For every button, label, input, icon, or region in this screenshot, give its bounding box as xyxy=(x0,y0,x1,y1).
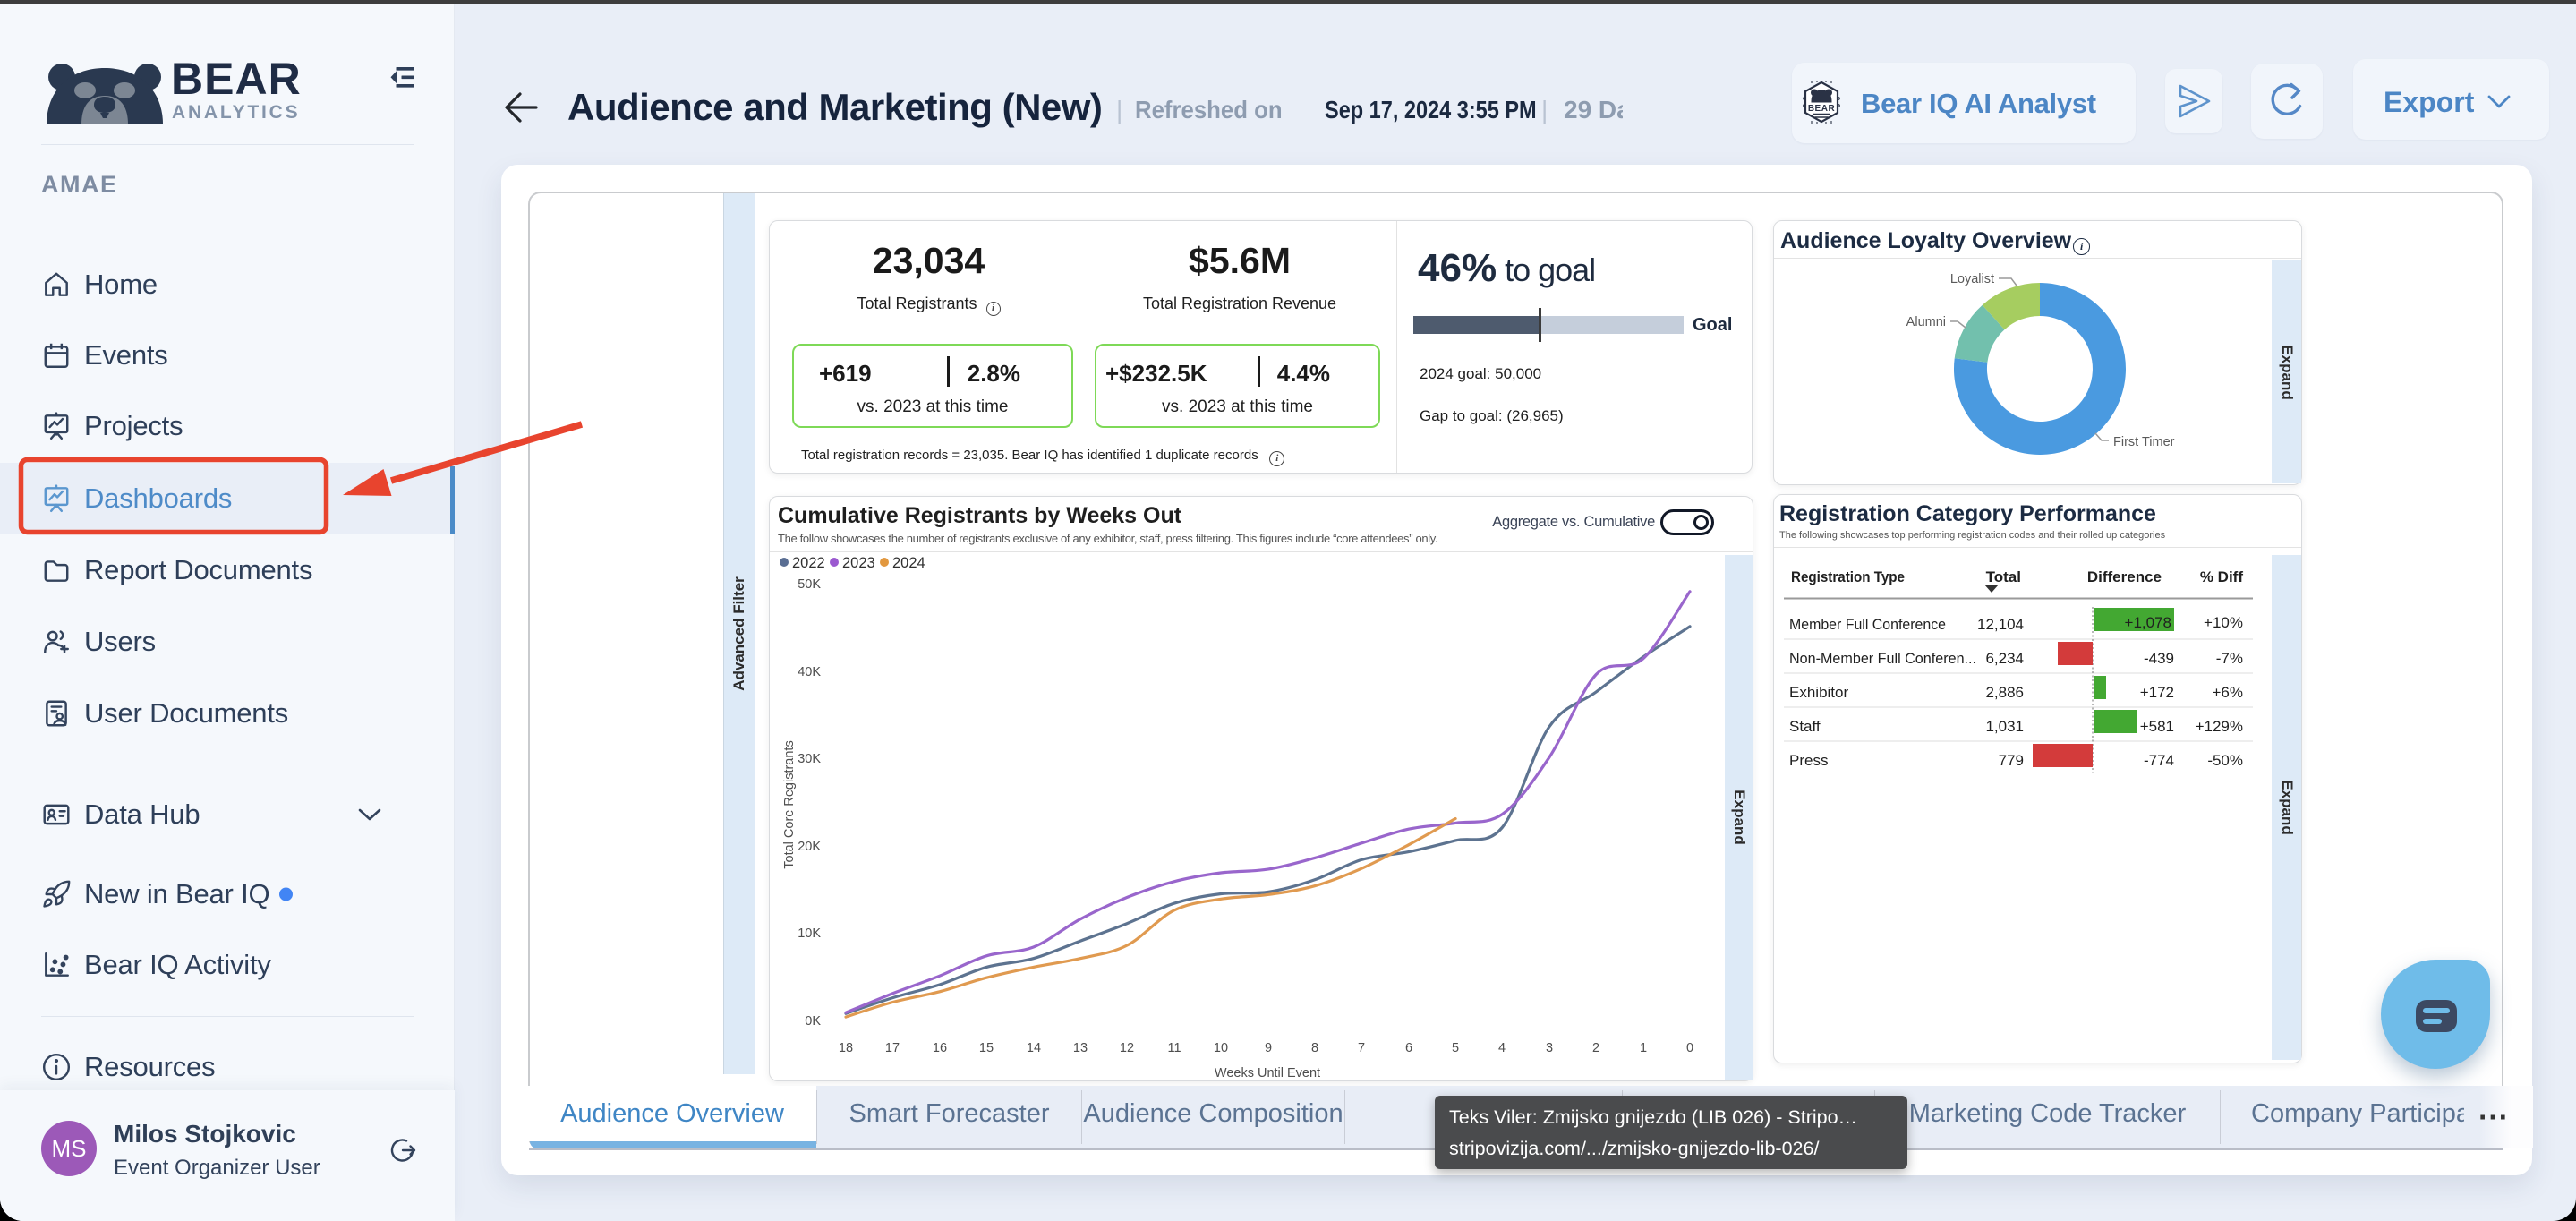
svg-text:Alumni: Alumni xyxy=(1906,315,1946,329)
svg-text:0K: 0K xyxy=(805,1014,821,1029)
svg-text:40K: 40K xyxy=(798,665,821,679)
svg-text:Press: Press xyxy=(1789,752,1828,769)
svg-text:Registration Type: Registration Type xyxy=(1791,568,1905,585)
svg-text:8: 8 xyxy=(1311,1041,1318,1055)
svg-text:Loyalist: Loyalist xyxy=(1950,272,1994,286)
svg-text:Total: Total xyxy=(1986,568,2021,585)
svg-text:-50%: -50% xyxy=(2207,752,2243,769)
svg-text:16: 16 xyxy=(933,1041,947,1055)
svg-text:First Timer: First Timer xyxy=(2113,435,2175,449)
svg-text:BEAR: BEAR xyxy=(1808,104,1836,114)
svg-text:30K: 30K xyxy=(798,752,821,766)
svg-text:3: 3 xyxy=(1546,1041,1553,1055)
svg-text:15: 15 xyxy=(979,1041,994,1055)
svg-text:6: 6 xyxy=(1405,1041,1412,1055)
svg-text:6,234: 6,234 xyxy=(1985,650,2024,667)
svg-text:10: 10 xyxy=(1214,1041,1228,1055)
svg-text:5: 5 xyxy=(1452,1041,1459,1055)
svg-text:2022: 2022 xyxy=(792,555,825,571)
svg-text:-7%: -7% xyxy=(2216,650,2243,667)
svg-text:18: 18 xyxy=(839,1041,853,1055)
svg-text:% Diff: % Diff xyxy=(2200,568,2244,585)
svg-text:+6%: +6% xyxy=(2213,684,2244,701)
svg-text:2,886: 2,886 xyxy=(1985,684,2024,701)
svg-text:11: 11 xyxy=(1167,1041,1181,1055)
svg-text:1: 1 xyxy=(1640,1041,1647,1055)
svg-text:4: 4 xyxy=(1498,1041,1506,1055)
svg-text:2: 2 xyxy=(1592,1041,1599,1055)
svg-text:14: 14 xyxy=(1027,1041,1041,1055)
svg-text:13: 13 xyxy=(1073,1041,1088,1055)
svg-text:1,031: 1,031 xyxy=(1985,718,2024,735)
svg-text:+1,078: +1,078 xyxy=(2125,614,2171,631)
svg-text:+172: +172 xyxy=(2140,684,2174,701)
svg-text:Weeks Until Event: Weeks Until Event xyxy=(1215,1066,1320,1080)
svg-text:Total Core Registrants: Total Core Registrants xyxy=(782,740,797,868)
svg-text:50K: 50K xyxy=(798,577,821,592)
svg-text:+129%: +129% xyxy=(2196,718,2243,735)
svg-text:+581: +581 xyxy=(2140,718,2174,735)
svg-text:-774: -774 xyxy=(2144,752,2174,769)
svg-text:2024: 2024 xyxy=(892,555,925,571)
svg-text:12: 12 xyxy=(1120,1041,1134,1055)
svg-text:9: 9 xyxy=(1265,1041,1272,1055)
svg-text:Non-Member Full Conferen...: Non-Member Full Conferen... xyxy=(1789,650,1976,667)
svg-text:Exhibitor: Exhibitor xyxy=(1789,684,1848,701)
svg-text:-439: -439 xyxy=(2144,650,2174,667)
svg-text:10K: 10K xyxy=(798,926,821,941)
svg-text:Member Full Conference: Member Full Conference xyxy=(1789,616,1946,633)
svg-text:779: 779 xyxy=(1999,752,2024,769)
svg-text:+10%: +10% xyxy=(2204,614,2243,631)
svg-text:Staff: Staff xyxy=(1789,718,1821,735)
svg-text:2023: 2023 xyxy=(842,555,875,571)
svg-text:0: 0 xyxy=(1686,1041,1693,1055)
svg-text:20K: 20K xyxy=(798,840,821,854)
svg-text:12,104: 12,104 xyxy=(1977,616,2024,633)
svg-text:Difference: Difference xyxy=(2087,568,2162,585)
svg-text:17: 17 xyxy=(885,1041,900,1055)
svg-text:7: 7 xyxy=(1358,1041,1365,1055)
